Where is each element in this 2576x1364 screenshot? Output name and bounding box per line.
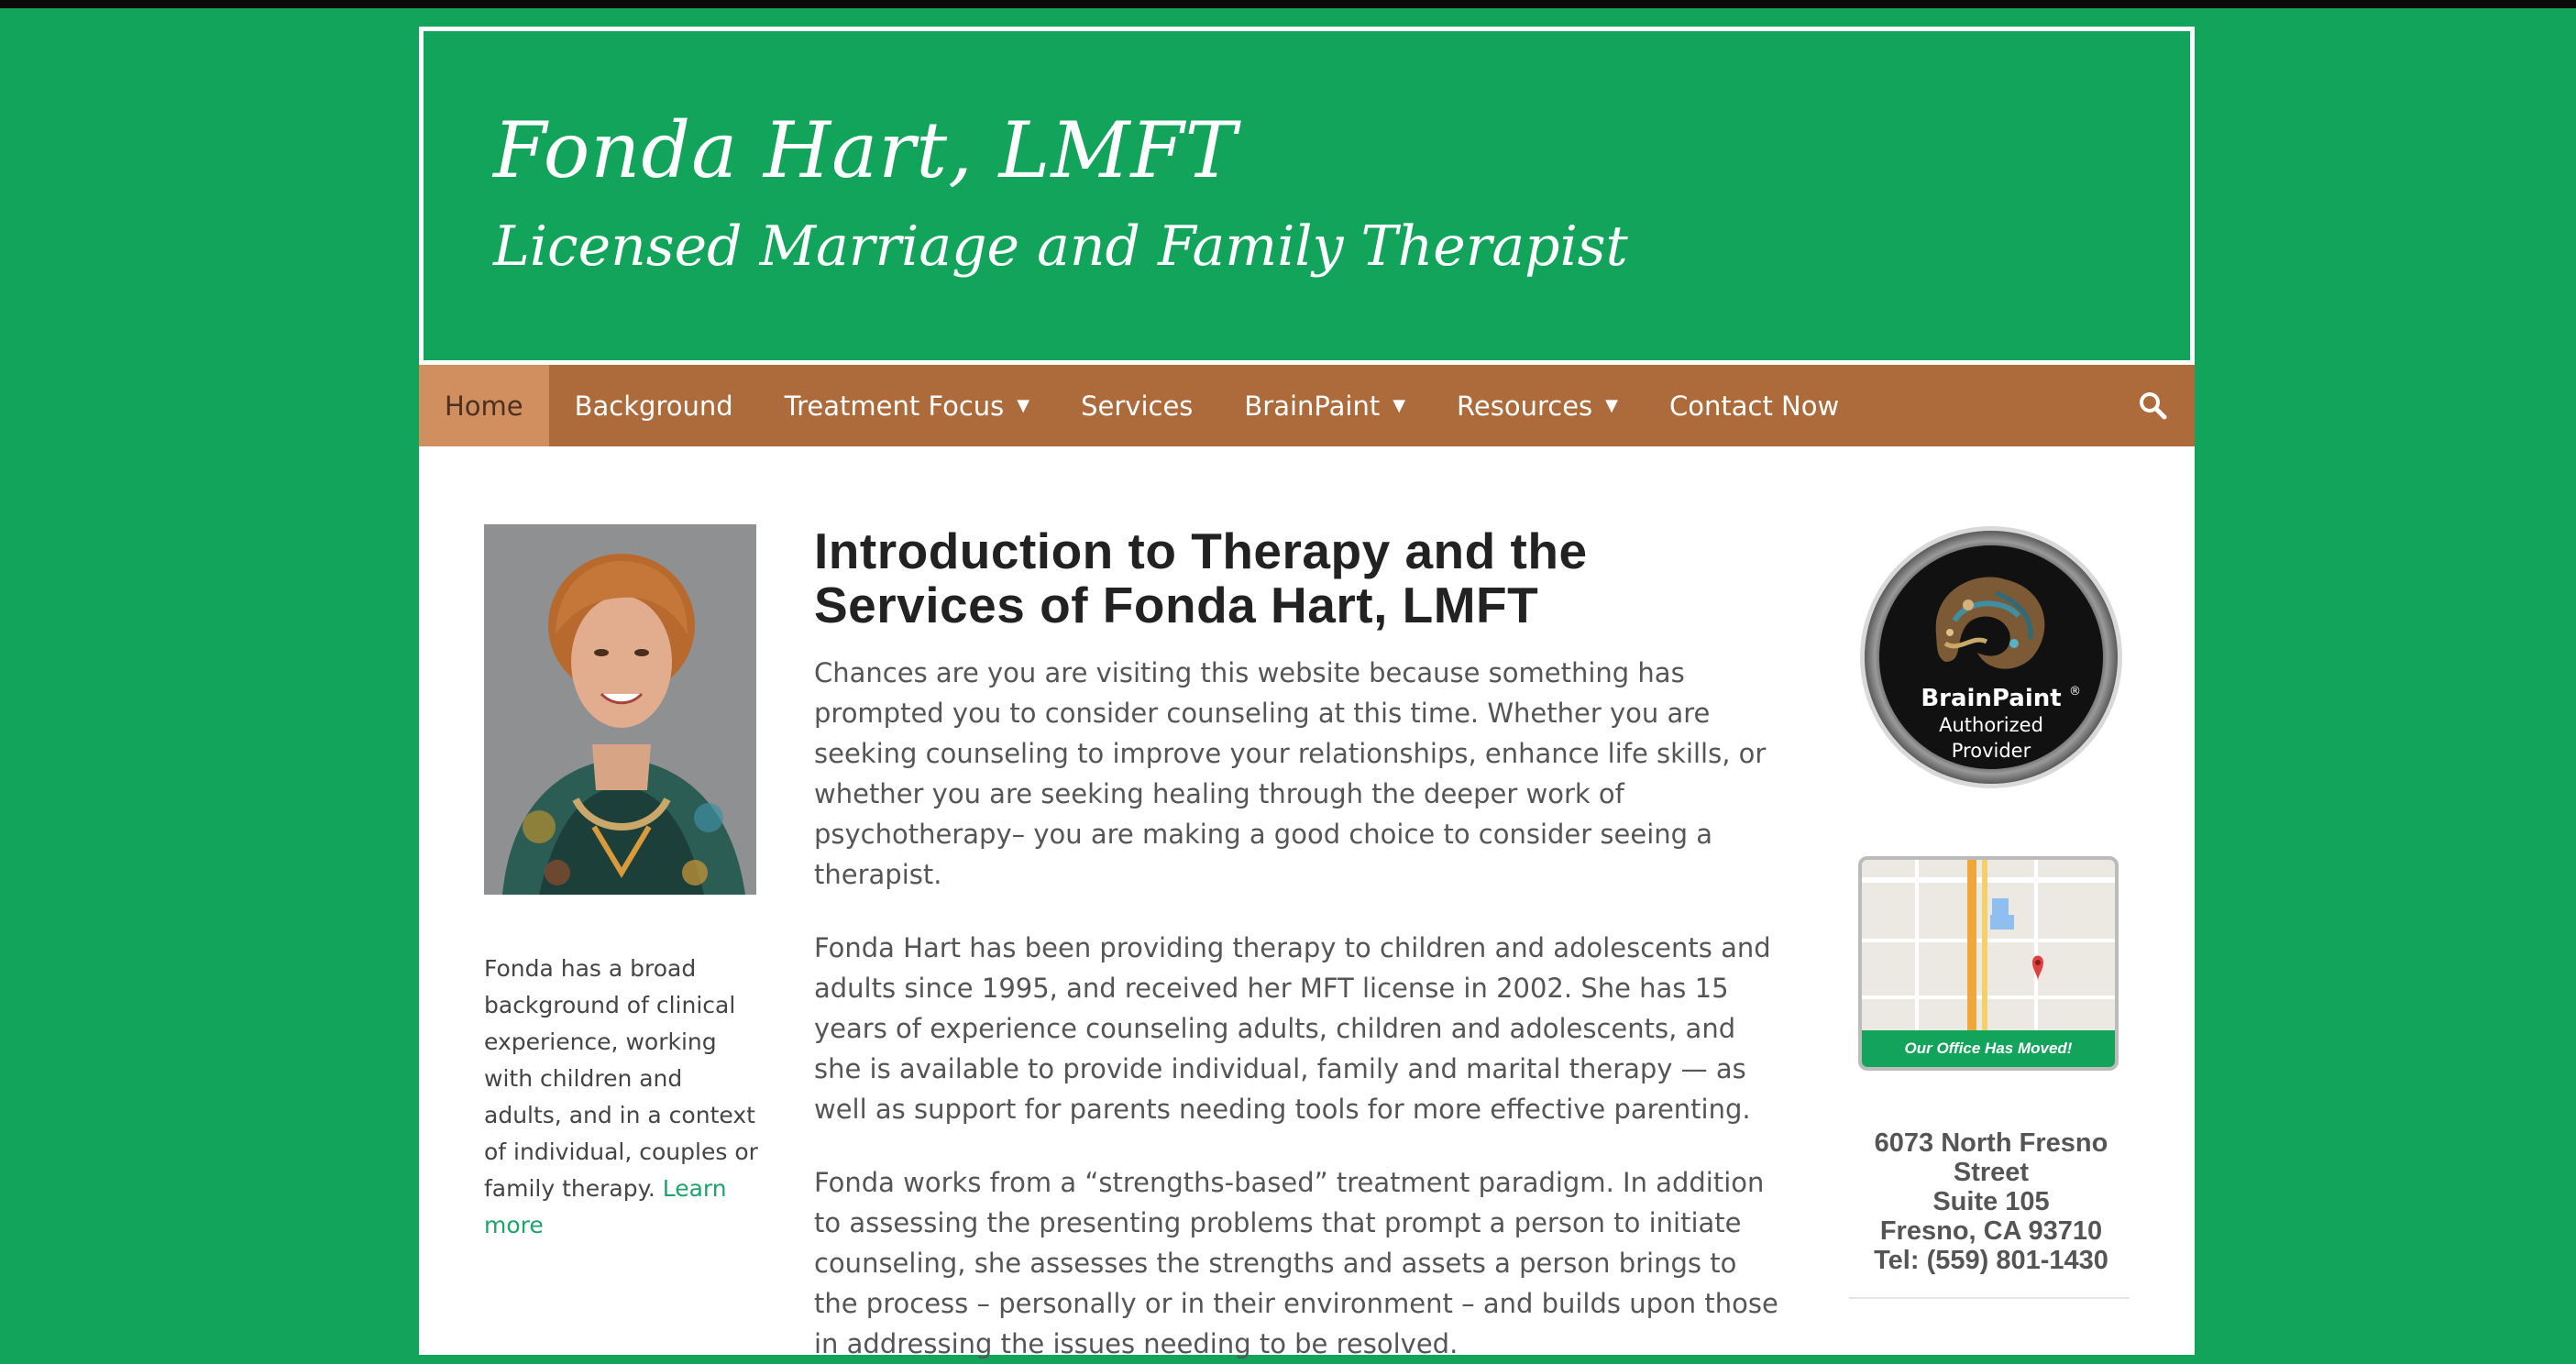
- nav-item-services[interactable]: Services: [1055, 365, 1218, 446]
- nav-item-resources[interactable]: Resources ▼: [1431, 365, 1644, 446]
- bio-summary: Fonda has a broad background of clinical…: [484, 951, 759, 1244]
- bio-text: Fonda has a broad background of clinical…: [484, 955, 758, 1202]
- nav-item-label: Background: [574, 390, 733, 422]
- nav-item-label: Resources: [1457, 390, 1593, 422]
- experience-paragraph: Fonda Hart has been providing therapy to…: [814, 932, 1771, 1125]
- nav-item-label: Home: [445, 390, 523, 422]
- badge-line3: Provider: [1952, 740, 2031, 762]
- nav-item-home[interactable]: Home: [419, 365, 549, 446]
- main-nav: Home Background Treatment Focus ▼ Servic…: [419, 365, 2195, 446]
- office-address: 6073 North Fresno Street Suite 105 Fresn…: [1854, 1128, 2129, 1275]
- portrait-photo: [484, 524, 756, 895]
- brainpaint-badge[interactable]: BrainPaint ® Authorized Provider: [1858, 524, 2124, 790]
- main-article: Introduction to Therapy and the Services…: [814, 524, 1786, 1364]
- badge-registered: ®: [2069, 685, 2081, 698]
- nav-item-label: BrainPaint: [1244, 390, 1381, 422]
- sidebar-divider: [1849, 1297, 2130, 1299]
- nav-item-brainpaint[interactable]: BrainPaint ▼: [1218, 365, 1431, 446]
- address-line: Street: [1953, 1158, 2030, 1187]
- top-bar: [0, 0, 2576, 8]
- caret-down-icon: ▼: [1605, 396, 1618, 415]
- office-map[interactable]: Our Office Has Moved!: [1858, 856, 2119, 1071]
- caret-down-icon: ▼: [1393, 396, 1406, 415]
- caret-down-icon: ▼: [1017, 396, 1030, 415]
- nav-item-contact-now[interactable]: Contact Now: [1644, 365, 1865, 446]
- map-banner: Our Office Has Moved!: [1862, 1030, 2115, 1067]
- site-header: Fonda Hart, LMFT Licensed Marriage and F…: [419, 27, 2195, 365]
- phone-number[interactable]: Tel: (559) 801-1430: [1854, 1246, 2129, 1275]
- site-tagline: Licensed Marriage and Family Therapist: [493, 214, 1628, 279]
- intro-paragraph: Chances are you are visiting this websit…: [814, 657, 1767, 890]
- nav-item-label: Services: [1081, 390, 1194, 422]
- site-title[interactable]: Fonda Hart, LMFT: [493, 112, 1238, 189]
- page-title: Introduction to Therapy and the Services…: [814, 522, 1588, 633]
- approach-paragraph: Fonda works from a “strengths-based” tre…: [814, 1167, 1778, 1359]
- search-icon[interactable]: [2138, 390, 2167, 420]
- nav-item-treatment-focus[interactable]: Treatment Focus ▼: [759, 365, 1055, 446]
- address-line: 6073 North Fresno: [1874, 1128, 2108, 1158]
- content-area: Fonda has a broad background of clinical…: [419, 446, 2195, 1359]
- nav-item-label: Contact Now: [1669, 390, 1840, 422]
- address-line: Fresno, CA 93710: [1879, 1216, 2103, 1246]
- address-line: Suite 105: [1932, 1187, 2050, 1216]
- badge-brand: BrainPaint: [1921, 685, 2061, 712]
- badge-line2: Authorized: [1939, 714, 2043, 736]
- nav-item-background[interactable]: Background: [549, 365, 759, 446]
- nav-item-label: Treatment Focus: [784, 390, 1005, 422]
